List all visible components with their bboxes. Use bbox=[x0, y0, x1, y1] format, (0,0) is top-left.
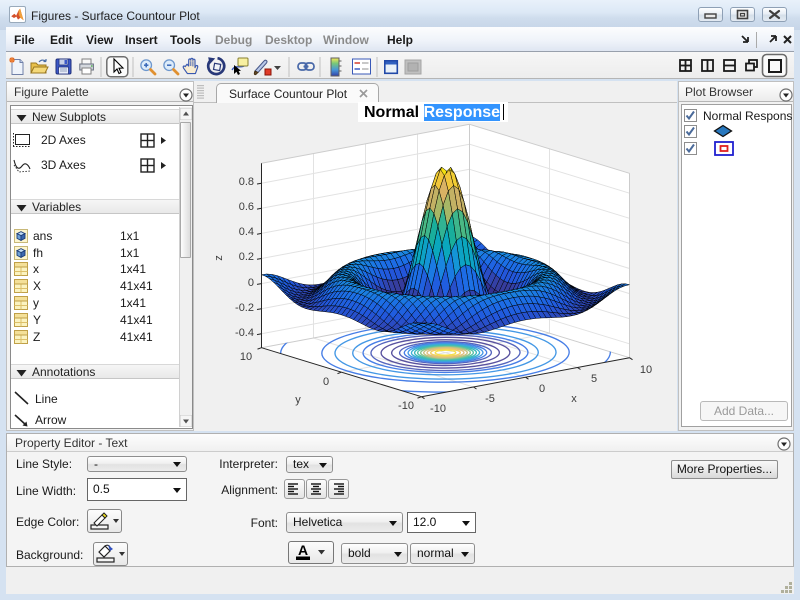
svg-text:-0.2: -0.2 bbox=[235, 302, 254, 314]
svg-text:A: A bbox=[298, 542, 308, 558]
svg-text:5: 5 bbox=[591, 373, 597, 385]
svg-text:-0.4: -0.4 bbox=[235, 327, 254, 339]
svg-text:0: 0 bbox=[539, 383, 545, 395]
svg-text:-10: -10 bbox=[430, 403, 446, 415]
svg-text:10: 10 bbox=[240, 351, 252, 363]
svg-text:z: z bbox=[213, 255, 225, 261]
svg-text:10: 10 bbox=[640, 364, 652, 376]
svg-text:0.4: 0.4 bbox=[239, 226, 254, 238]
svg-text:y: y bbox=[295, 394, 301, 406]
svg-text:-10: -10 bbox=[398, 400, 414, 412]
svg-text:0.2: 0.2 bbox=[239, 251, 254, 263]
svg-text:-5: -5 bbox=[485, 393, 495, 405]
svg-text:0.8: 0.8 bbox=[239, 176, 254, 188]
svg-text:0.6: 0.6 bbox=[239, 201, 254, 213]
svg-text:x: x bbox=[571, 393, 577, 405]
svg-text:0: 0 bbox=[248, 277, 254, 289]
svg-text:0: 0 bbox=[323, 376, 329, 388]
